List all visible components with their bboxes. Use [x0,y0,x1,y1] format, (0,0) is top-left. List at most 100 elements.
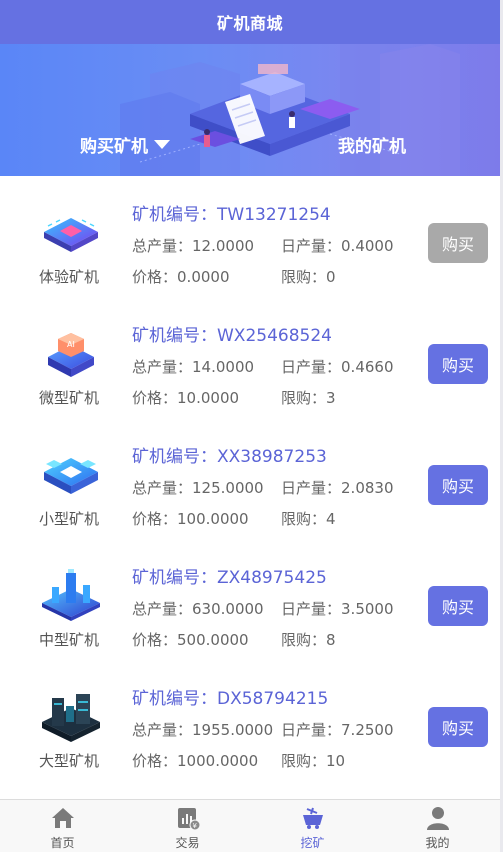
code-value: TW13271254 [217,205,331,225]
daily-label: 日产量： [281,600,342,618]
total-output: 总产量：630.0000 [132,598,264,619]
total-value: 12.0000 [192,237,255,255]
ai-chip-icon: AI [48,333,94,377]
purchase-limit: 限购：0 [281,266,336,287]
price-label: 价格： [132,389,178,407]
machine-item: 中型矿机 矿机编号：ZX48975425 总产量：630.0000 日产量：3.… [0,539,500,660]
machine-code: 矿机编号：WX25468524 [132,321,332,346]
total-label: 总产量： [132,600,193,618]
machine-name: 小型矿机 [39,510,100,528]
daily-value: 0.4660 [341,358,394,376]
price: 价格：1000.0000 [132,750,258,771]
data-tower-icon [42,569,100,621]
machine-code: 矿机编号：ZX48975425 [132,563,327,588]
nav-label-mining: 挖矿 [300,836,325,850]
machine-list: 体验矿机 矿机编号：TW13271254 总产量：12.0000 日产量：0.4… [0,176,500,781]
limit-label: 限购： [281,631,327,649]
machine-item: 大型矿机 矿机编号：DX58794215 总产量：1955.0000 日产量：7… [0,660,500,781]
banner: 购买矿机 我的矿机 [0,44,500,176]
nav-item-mining[interactable]: 挖矿 [250,800,375,852]
total-label: 总产量： [132,358,193,376]
price-label: 价格： [132,752,178,770]
machine-name: 微型矿机 [39,389,100,407]
machine-code: 矿机编号：TW13271254 [132,200,331,225]
total-label: 总产量： [132,721,193,739]
nav-label-home: 首页 [50,836,75,850]
daily-output: 日产量：2.0830 [281,477,394,498]
total-output: 总产量：1955.0000 [132,719,273,740]
purchase-limit: 限购：8 [281,629,336,650]
daily-value: 3.5000 [341,600,394,618]
home-icon [51,808,74,828]
price-label: 价格： [132,268,178,286]
total-output: 总产量：12.0000 [132,235,254,256]
code-value: XX38987253 [217,447,327,467]
limit-label: 限购： [281,389,327,407]
buy-button[interactable]: 购买 [428,465,488,505]
price-value: 1000.0000 [177,752,259,770]
svg-text:AI: AI [67,340,75,349]
price-value: 0.0000 [177,268,230,286]
price-value: 10.0000 [177,389,240,407]
dark-rig-icon [42,694,100,742]
nav-item-mine[interactable]: 我的 [375,800,500,852]
tab-my-machine[interactable]: 我的矿机 [338,132,406,157]
nav-item-home[interactable]: 首页 [0,800,125,852]
daily-output: 日产量：0.4000 [281,235,394,256]
total-label: 总产量： [132,479,193,497]
buy-button[interactable]: 购买 [428,707,488,747]
nav-item-trade[interactable]: ¥ 交易 [125,800,250,852]
limit-value: 3 [326,389,336,407]
machine-name: 中型矿机 [39,631,100,649]
code-value: WX25468524 [217,326,332,346]
mining-cart-icon [302,807,323,829]
daily-label: 日产量： [281,479,342,497]
tab-buy-label: 购买矿机 [80,137,148,157]
price-label: 价格： [132,631,178,649]
code-label: 矿机编号： [132,689,217,709]
machine-code: 矿机编号：XX38987253 [132,442,327,467]
caret-down-icon [154,140,170,149]
machine-code: 矿机编号：DX58794215 [132,684,328,709]
daily-label: 日产量： [281,358,342,376]
trade-chart-icon: ¥ [177,808,200,831]
machine-name: 大型矿机 [39,752,100,770]
nav-label-trade: 交易 [175,836,200,850]
daily-label: 日产量： [281,237,342,255]
buy-button[interactable]: 购买 [428,586,488,626]
daily-output: 日产量：0.4660 [281,356,394,377]
daily-output: 日产量：7.2500 [281,719,394,740]
total-output: 总产量：14.0000 [132,356,254,377]
daily-label: 日产量： [281,721,342,739]
price: 价格：100.0000 [132,508,249,529]
server-block-icon [44,458,98,494]
purchase-limit: 限购：3 [281,387,336,408]
code-value: DX58794215 [217,689,329,709]
bottom-nav: 首页 ¥ 交易 挖矿 我的 [0,799,500,852]
daily-value: 7.2500 [341,721,394,739]
tab-mine-label: 我的矿机 [338,137,406,157]
code-label: 矿机编号： [132,447,217,467]
code-label: 矿机编号： [132,326,217,346]
total-output: 总产量：125.0000 [132,477,264,498]
machine-item: 体验矿机 矿机编号：TW13271254 总产量：12.0000 日产量：0.4… [0,176,500,297]
purchase-limit: 限购：4 [281,508,336,529]
buy-button[interactable]: 购买 [428,344,488,384]
nav-label-mine: 我的 [425,836,450,850]
page: 矿机商城 购买矿机 我的矿机 体验矿机 矿机编号：TW13271254 总产量：… [0,0,503,852]
limit-label: 限购： [281,752,327,770]
limit-label: 限购： [281,268,327,286]
daily-value: 0.4000 [341,237,394,255]
purchase-limit: 限购：10 [281,750,345,771]
total-value: 1955.0000 [192,721,274,739]
buy-button-disabled[interactable]: 购买 [428,223,488,263]
total-label: 总产量： [132,237,193,255]
tab-buy-machine[interactable]: 购买矿机 [80,132,170,157]
daily-output: 日产量：3.5000 [281,598,394,619]
page-title: 矿机商城 [216,14,283,33]
code-label: 矿机编号： [132,205,217,225]
limit-value: 8 [326,631,336,649]
user-icon [426,807,449,830]
machine-item: AI 微型矿机 矿机编号：WX25468524 总产量：14.0000 日产量：… [0,297,500,418]
svg-text:¥: ¥ [192,822,197,830]
